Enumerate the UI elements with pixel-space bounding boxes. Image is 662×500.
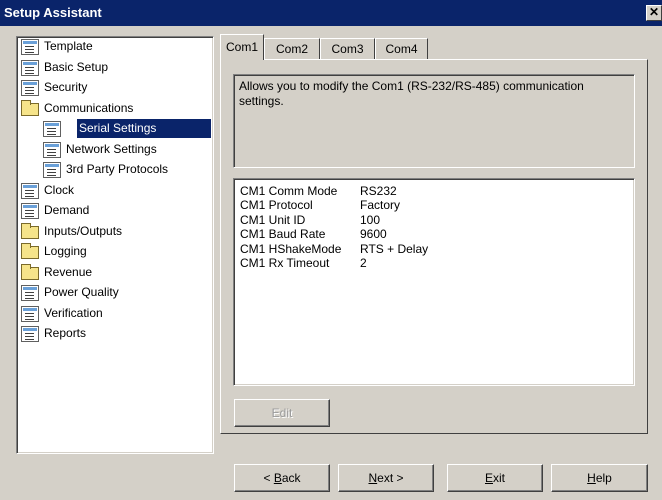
tab-label: Com3 bbox=[331, 42, 364, 56]
doc-icon bbox=[43, 141, 61, 158]
back-button[interactable]: < Back bbox=[234, 464, 330, 492]
next-hotkey: N bbox=[368, 471, 378, 485]
tab-label: Com4 bbox=[385, 42, 418, 56]
tree-item-label: Network Settings bbox=[66, 141, 157, 156]
tree-item-label: Verification bbox=[44, 305, 103, 320]
tree-item-revenue[interactable]: Revenue bbox=[17, 263, 213, 284]
tab-com1[interactable]: Com1 bbox=[220, 34, 264, 60]
tree-item-label: Communications bbox=[44, 100, 134, 115]
tab-com2[interactable]: Com2 bbox=[264, 38, 320, 60]
tree-item-logging[interactable]: Logging bbox=[17, 242, 213, 263]
tree-item-serial-settings[interactable]: Serial Settings bbox=[17, 119, 213, 140]
tree-item-inputs-outputs[interactable]: Inputs/Outputs bbox=[17, 222, 213, 243]
exit-button-label-rest: xit bbox=[493, 471, 505, 485]
navigation-tree[interactable]: Template Basic Setup Security Communication… bbox=[16, 36, 214, 454]
folder-icon bbox=[21, 222, 39, 239]
doc-icon bbox=[21, 326, 39, 342]
tree-item-clock[interactable]: Clock bbox=[17, 181, 213, 202]
folder-icon bbox=[21, 243, 39, 259]
setting-row[interactable]: CM1 HShakeMode RTS + Delay bbox=[240, 242, 628, 256]
setting-value: 9600 bbox=[360, 227, 387, 242]
setting-name: CM1 Unit ID bbox=[240, 212, 306, 227]
back-button-label-rest: ack bbox=[281, 471, 301, 485]
setting-row[interactable]: CM1 Protocol Factory bbox=[240, 198, 628, 212]
doc-icon bbox=[21, 305, 39, 322]
tree-item-security[interactable]: Security bbox=[17, 78, 213, 99]
help-button-label-rest: elp bbox=[595, 471, 612, 485]
tree-item-label: Basic Setup bbox=[44, 59, 109, 74]
setting-row[interactable]: CM1 Rx Timeout 2 bbox=[240, 256, 628, 270]
setting-value: 100 bbox=[360, 212, 381, 227]
exit-hotkey: E bbox=[484, 471, 493, 485]
doc-icon bbox=[21, 285, 39, 301]
tree-item-verification[interactable]: Verification bbox=[17, 304, 213, 325]
next-button[interactable]: Next > bbox=[338, 464, 434, 492]
tree-item-label: Demand bbox=[44, 203, 90, 217]
tree-item-label: Clock bbox=[44, 182, 75, 197]
tab-com3[interactable]: Com3 bbox=[320, 38, 375, 60]
doc-icon bbox=[43, 121, 61, 137]
setting-value: Factory bbox=[360, 198, 401, 213]
settings-list[interactable]: CM1 Comm Mode RS232 CM1 Protocol Factory CM1… bbox=[233, 178, 635, 386]
folder-icon bbox=[21, 263, 39, 280]
setting-row[interactable]: CM1 Comm Mode RS232 bbox=[240, 184, 628, 198]
tree-item-label: 3rd Party Protocols bbox=[66, 162, 169, 176]
doc-icon bbox=[21, 182, 39, 199]
tree-item-demand[interactable]: Demand bbox=[17, 201, 213, 222]
tree-item-label: Revenue bbox=[44, 264, 93, 279]
tab-label: Com2 bbox=[275, 42, 308, 56]
tree-item-label: Security bbox=[44, 80, 88, 94]
window-title: Setup Assistant bbox=[4, 5, 102, 20]
tree-item-power-quality[interactable]: Power Quality bbox=[17, 283, 213, 304]
tree-item-basic-setup[interactable]: Basic Setup bbox=[17, 58, 213, 79]
edit-button[interactable]: Edit bbox=[234, 399, 330, 427]
setting-name: CM1 Baud Rate bbox=[240, 227, 326, 242]
doc-icon bbox=[21, 203, 39, 219]
doc-icon bbox=[21, 59, 39, 76]
tree-item-reports[interactable]: Reports bbox=[17, 324, 213, 345]
setting-row[interactable]: CM1 Unit ID 100 bbox=[240, 213, 628, 227]
next-button-label-rest: ext > bbox=[377, 471, 404, 485]
tree-item-communications[interactable]: Communications bbox=[17, 99, 213, 120]
description-panel: Allows you to modify the Com1 (RS-232/RS… bbox=[233, 74, 635, 168]
tree-item-network-settings[interactable]: Network Settings bbox=[17, 140, 213, 161]
title-bar: Setup Assistant ✕ bbox=[0, 0, 662, 26]
tree-item-3rd-party-protocols[interactable]: 3rd Party Protocols bbox=[17, 160, 213, 181]
folder-icon bbox=[21, 99, 39, 116]
setting-name: CM1 Protocol bbox=[240, 198, 313, 213]
setting-name: CM1 HShakeMode bbox=[240, 241, 342, 256]
description-text: Allows you to modify the Com1 (RS-232/RS… bbox=[239, 79, 584, 108]
tab-com4[interactable]: Com4 bbox=[375, 38, 428, 60]
back-button-label: < bbox=[263, 471, 274, 485]
tree-item-label: Reports bbox=[44, 326, 87, 340]
tree-item-label: Serial Settings bbox=[77, 119, 211, 138]
help-hotkey: H bbox=[587, 471, 596, 485]
tree-item-label: Template bbox=[44, 39, 93, 53]
tree-item-label: Power Quality bbox=[44, 285, 119, 299]
tree-item-label: Inputs/Outputs bbox=[44, 223, 123, 238]
close-icon: ✕ bbox=[648, 5, 660, 19]
back-hotkey: B bbox=[273, 471, 282, 485]
tab-label: Com1 bbox=[225, 40, 258, 54]
help-button[interactable]: Help bbox=[551, 464, 648, 492]
setting-value: 2 bbox=[360, 255, 367, 270]
setting-value: RTS + Delay bbox=[360, 241, 429, 256]
doc-icon bbox=[43, 162, 61, 178]
edit-button-label: Edit bbox=[271, 406, 293, 420]
exit-button[interactable]: Exit bbox=[447, 464, 543, 492]
setting-name: CM1 Comm Mode bbox=[240, 184, 338, 198]
tree-item-label: Logging bbox=[44, 244, 87, 258]
doc-icon bbox=[21, 39, 39, 55]
doc-icon bbox=[21, 80, 39, 96]
setting-name: CM1 Rx Timeout bbox=[240, 255, 330, 270]
tree-item-template[interactable]: Template bbox=[17, 37, 213, 58]
setting-value: RS232 bbox=[360, 184, 397, 198]
close-button[interactable]: ✕ bbox=[646, 5, 662, 21]
setting-row[interactable]: CM1 Baud Rate 9600 bbox=[240, 227, 628, 241]
